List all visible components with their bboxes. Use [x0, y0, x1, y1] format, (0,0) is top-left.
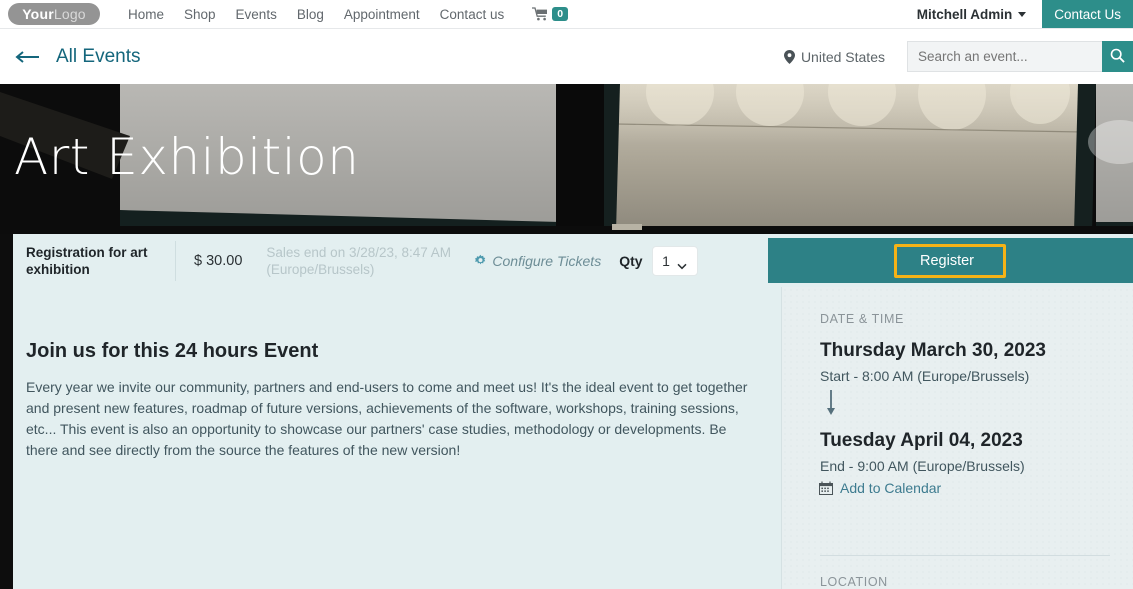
- event-start-date: Thursday March 30, 2023: [820, 340, 1046, 361]
- logo-text-bold: Your: [22, 6, 54, 22]
- subnav-right-group: United States: [783, 41, 1133, 72]
- search-input[interactable]: [907, 41, 1102, 72]
- nav-item-appointment[interactable]: Appointment: [344, 7, 420, 22]
- location-filter-label: United States: [800, 48, 885, 65]
- qty-label: Qty: [619, 252, 643, 269]
- shopping-cart-icon: [532, 7, 549, 21]
- top-navigation-bar: Your Logo Home Shop Events Blog Appointme…: [0, 0, 1133, 28]
- event-subnav-bar: All Events United States: [0, 28, 1133, 84]
- event-page-body: Registration for art exhibition $ 30.00 …: [0, 234, 1133, 589]
- arrow-left-icon: [14, 50, 42, 64]
- event-hero-banner: Art Exhibition: [0, 84, 1133, 234]
- configure-tickets-link[interactable]: Configure Tickets: [474, 253, 601, 269]
- add-to-calendar-label: Add to Calendar: [840, 480, 942, 496]
- nav-item-events[interactable]: Events: [236, 7, 277, 22]
- logo-text-light: Logo: [53, 6, 86, 22]
- configure-tickets-label: Configure Tickets: [492, 252, 602, 269]
- map-pin-icon: [783, 49, 795, 64]
- ticket-name: Registration for art exhibition: [26, 244, 148, 277]
- top-nav-right-group: Mitchell Admin Contact Us: [917, 0, 1133, 28]
- ticket-row: Registration for art exhibition $ 30.00 …: [13, 234, 768, 287]
- gear-icon: [474, 254, 487, 267]
- location-filter[interactable]: United States: [783, 48, 885, 65]
- site-logo[interactable]: Your Logo: [8, 3, 100, 25]
- contact-us-button[interactable]: Contact Us: [1042, 0, 1133, 28]
- search-icon: [1110, 48, 1125, 66]
- arrow-down-icon: [826, 390, 836, 416]
- ticket-sales-end: Sales end on 3/28/23, 8:47 AM (Europe/Br…: [266, 244, 452, 277]
- event-sidebar: DATE & TIME Thursday March 30, 2023 Star…: [781, 287, 1133, 589]
- all-events-label: All Events: [56, 45, 141, 67]
- add-to-calendar-link[interactable]: Add to Calendar: [782, 474, 1133, 496]
- event-start-time: Start - 8:00 AM (Europe/Brussels): [820, 368, 1030, 384]
- location-section-label: LOCATION: [820, 575, 888, 589]
- date-range-connector: [782, 384, 1133, 416]
- chevron-down-icon: [677, 257, 687, 270]
- event-description: Join us for this 24 hours Event Every ye…: [13, 287, 768, 589]
- back-to-all-events-link[interactable]: All Events: [14, 46, 140, 68]
- register-button[interactable]: Register: [920, 253, 974, 269]
- qty-select[interactable]: 1: [651, 245, 698, 276]
- event-end-date: Tuesday April 04, 2023: [820, 430, 1023, 451]
- ticket-price: $ 30.00: [194, 252, 243, 269]
- nav-item-home[interactable]: Home: [128, 7, 164, 22]
- user-menu-button[interactable]: Mitchell Admin: [917, 7, 1027, 22]
- event-content-card: Registration for art exhibition $ 30.00 …: [13, 234, 1133, 589]
- event-search: [907, 41, 1133, 72]
- date-time-section-label: DATE & TIME: [820, 312, 904, 326]
- sidebar-divider: [820, 555, 1110, 556]
- user-menu-label: Mitchell Admin: [916, 6, 1013, 22]
- nav-item-contact-us[interactable]: Contact us: [440, 7, 505, 22]
- nav-item-blog[interactable]: Blog: [297, 7, 324, 22]
- ticket-divider: [175, 240, 176, 281]
- cart-widget[interactable]: 0: [532, 7, 569, 21]
- search-submit-button[interactable]: [1102, 41, 1133, 72]
- qty-value: 1: [662, 252, 670, 269]
- description-heading: Join us for this 24 hours Event: [26, 340, 319, 362]
- cart-count-badge: 0: [552, 7, 569, 21]
- nav-item-shop[interactable]: Shop: [184, 7, 216, 22]
- event-title: Art Exhibition: [14, 128, 360, 186]
- event-end-time: End - 9:00 AM (Europe/Brussels): [820, 458, 1025, 474]
- calendar-icon: [819, 481, 833, 495]
- chevron-down-icon: [1018, 11, 1027, 17]
- main-menu: Home Shop Events Blog Appointment Contac…: [128, 7, 504, 22]
- description-paragraph: Every year we invite our community, part…: [26, 379, 748, 458]
